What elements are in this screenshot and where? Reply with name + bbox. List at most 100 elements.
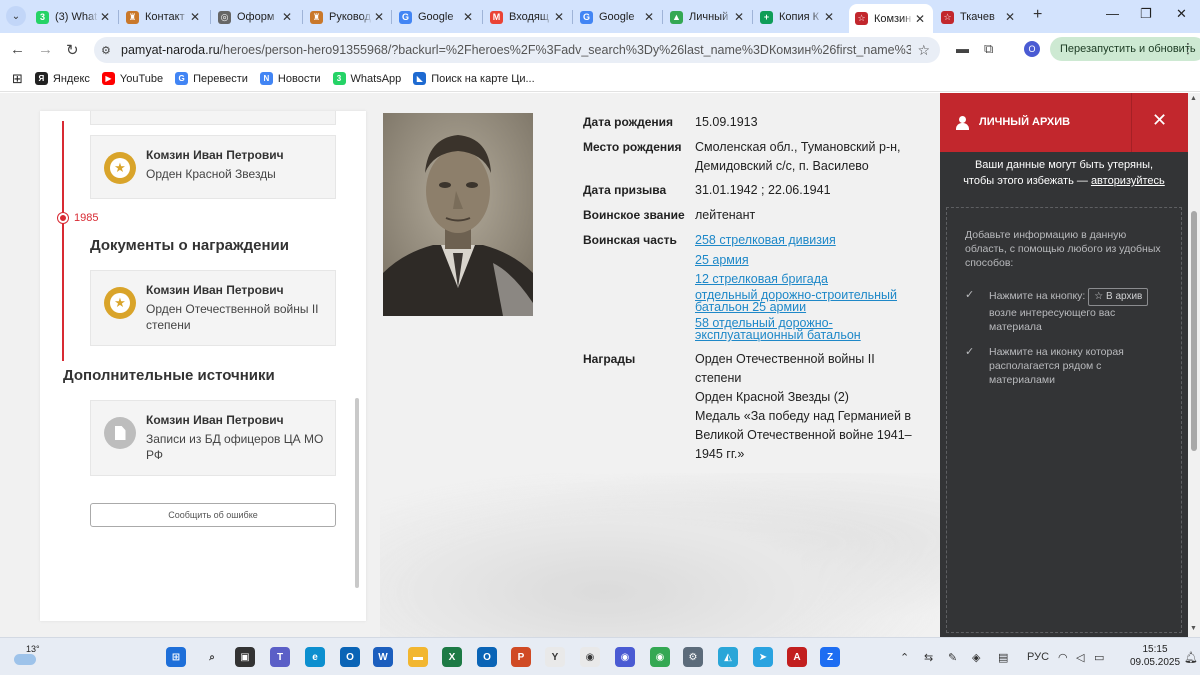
unit-link[interactable]: отдельный дорожно-строительный батальон …: [695, 288, 920, 314]
task-view-icon[interactable]: ▣: [235, 647, 255, 667]
powerpoint-icon[interactable]: P: [511, 647, 531, 667]
tab-close-icon[interactable]: ✕: [642, 10, 656, 24]
browser-tab[interactable]: ☆ Ткачев ✕: [935, 4, 1023, 30]
teams-icon[interactable]: T: [270, 647, 290, 667]
rank-value: лейтенант: [695, 208, 756, 222]
tab-separator: [662, 10, 663, 24]
maps-icon[interactable]: ◭: [718, 647, 738, 667]
url-text[interactable]: pamyat-naroda.ru/heroes/person-hero91355…: [121, 43, 911, 57]
address-bar[interactable]: ⚙ pamyat-naroda.ru/heroes/person-hero913…: [94, 37, 940, 63]
clock[interactable]: 15:15 09.05.2025: [1125, 643, 1185, 669]
close-window-icon[interactable]: ✕: [1176, 6, 1187, 22]
profile-avatar[interactable]: О: [1024, 41, 1040, 57]
bookmark-item[interactable]: Я Яндекс: [34, 72, 90, 85]
browser-tab[interactable]: 3 (3) What ✕: [30, 4, 118, 30]
scroll-up-icon[interactable]: ▲: [1190, 95, 1197, 102]
browser-tab[interactable]: ◎ Оформ ✕: [212, 4, 300, 30]
unit-link[interactable]: 58 отдельный дорожно-эксплуатационный ба…: [695, 316, 920, 342]
bookmark-star-icon[interactable]: ☆: [917, 42, 930, 59]
start-icon[interactable]: ⊞: [166, 647, 186, 667]
excel-icon[interactable]: X: [442, 647, 462, 667]
bookmark-item[interactable]: G Перевести: [175, 72, 248, 85]
report-error-button[interactable]: Сообщить об ошибке: [90, 503, 336, 527]
weather-widget[interactable]: 13°: [14, 644, 40, 666]
volume-icon[interactable]: ◁: [1076, 651, 1084, 664]
bookmark-item[interactable]: ▶ YouTube: [101, 72, 163, 85]
tray-chevron-icon[interactable]: ⌃: [900, 651, 909, 664]
browser-tab[interactable]: G Google ✕: [393, 4, 481, 30]
source-card[interactable]: Комзин Иван Петрович Записи из БД офицер…: [90, 400, 336, 476]
back-icon[interactable]: ←: [10, 41, 25, 58]
tab-close-icon[interactable]: ✕: [732, 10, 746, 24]
tab-close-icon[interactable]: ✕: [188, 10, 202, 24]
pen-icon[interactable]: ✎: [948, 651, 957, 664]
edge-icon[interactable]: e: [305, 647, 325, 667]
puzzle-icon[interactable]: ⧉: [984, 41, 993, 57]
yandex-browser-icon[interactable]: Y: [545, 647, 565, 667]
menu-icon[interactable]: ⋮: [1181, 40, 1195, 57]
chrome-profile-icon[interactable]: ◉: [615, 647, 635, 667]
telegram-icon[interactable]: ➤: [753, 647, 773, 667]
browser-tab[interactable]: ▲ Личный ✕: [664, 4, 752, 30]
browser-tab[interactable]: + Копия К ✕: [754, 4, 842, 30]
scroll-down-icon[interactable]: ▼: [1190, 625, 1197, 632]
tab-close-icon[interactable]: ✕: [98, 10, 112, 24]
settings-icon[interactable]: ⚙: [683, 647, 703, 667]
tab-close-icon[interactable]: ✕: [913, 12, 927, 26]
award-document-card[interactable]: ★ Комзин Иван Петрович Орден Отечественн…: [90, 270, 336, 346]
tray-app-icon[interactable]: ⇆: [924, 651, 933, 664]
browser-tab[interactable]: M Входящ ✕: [484, 4, 572, 30]
notifications-icon[interactable]: 🔔︎: [1184, 651, 1198, 664]
outlook-new-icon[interactable]: O: [477, 647, 497, 667]
browser-tab[interactable]: ♜ Руковод ✕: [304, 4, 392, 30]
new-tab-button[interactable]: +: [1033, 6, 1042, 24]
chrome-profile-icon[interactable]: ◉: [650, 647, 670, 667]
bookmark-item[interactable]: 3 WhatsApp: [332, 72, 402, 85]
tab-close-icon[interactable]: ✕: [822, 10, 836, 24]
restore-icon[interactable]: ❐: [1140, 6, 1152, 22]
minimize-icon[interactable]: —: [1106, 6, 1119, 21]
login-link[interactable]: авторизуйтесь: [1091, 175, 1165, 187]
browser-tab[interactable]: G Google ✕: [574, 4, 662, 30]
tab-close-icon[interactable]: ✕: [461, 10, 475, 24]
outlook-icon[interactable]: O: [340, 647, 360, 667]
unit-link[interactable]: 258 стрелковая дивизия: [695, 234, 920, 247]
tab-close-icon[interactable]: ✕: [1003, 10, 1017, 24]
rank-label: Воинское звание: [583, 208, 685, 222]
chrome-icon[interactable]: ◉: [580, 647, 600, 667]
language-indicator[interactable]: РУС: [1027, 651, 1049, 663]
tab-close-icon[interactable]: ✕: [552, 10, 566, 24]
page-scrollbar[interactable]: ▲ ▼: [1188, 93, 1200, 637]
scrollbar-thumb[interactable]: [1191, 211, 1197, 451]
unit-link[interactable]: 12 стрелковая бригада: [695, 273, 920, 286]
tab-close-icon[interactable]: ✕: [372, 10, 386, 24]
forward-icon[interactable]: →: [38, 41, 53, 58]
browser-tab[interactable]: ♜ Контакт ✕: [120, 4, 208, 30]
file-explorer-icon[interactable]: ▬: [408, 647, 428, 667]
award-card[interactable]: ★ Комзин Иван Петрович Орден Красной Зве…: [90, 135, 336, 199]
unit-link[interactable]: 25 армия: [695, 253, 920, 267]
browser-tab[interactable]: ☆ Комзин ✕: [849, 4, 933, 33]
tray-app-icon[interactable]: ▤: [998, 651, 1008, 664]
battery-icon[interactable]: ▭: [1094, 651, 1104, 664]
medal-icon: ★: [104, 287, 136, 319]
reload-icon[interactable]: ↻: [66, 41, 79, 59]
archive-drop-area[interactable]: Добавьте информацию в данную область, с …: [946, 207, 1182, 633]
acrobat-icon[interactable]: A: [787, 647, 807, 667]
tab-search-icon[interactable]: ⌄: [6, 6, 26, 26]
wifi-icon[interactable]: ◠: [1058, 651, 1068, 664]
bookmark-label: WhatsApp: [350, 72, 402, 85]
tray-app-icon[interactable]: ◈: [972, 651, 980, 664]
site-info-icon[interactable]: ⚙: [101, 44, 117, 57]
tab-close-icon[interactable]: ✕: [280, 10, 294, 24]
apps-icon[interactable]: ⊞: [12, 71, 23, 87]
close-icon[interactable]: ✕: [1152, 110, 1167, 131]
zoom-icon[interactable]: Z: [820, 647, 840, 667]
bookmark-item[interactable]: ◣ Поиск на карте Ци...: [413, 72, 535, 85]
word-icon[interactable]: W: [373, 647, 393, 667]
card-scrollbar[interactable]: [355, 398, 359, 588]
relaunch-button[interactable]: Перезапустить и обновить: [1050, 37, 1200, 61]
extension-icon[interactable]: ▬: [956, 41, 969, 56]
bookmark-item[interactable]: N Новости: [259, 72, 321, 85]
search-icon[interactable]: ⌕: [202, 647, 222, 667]
